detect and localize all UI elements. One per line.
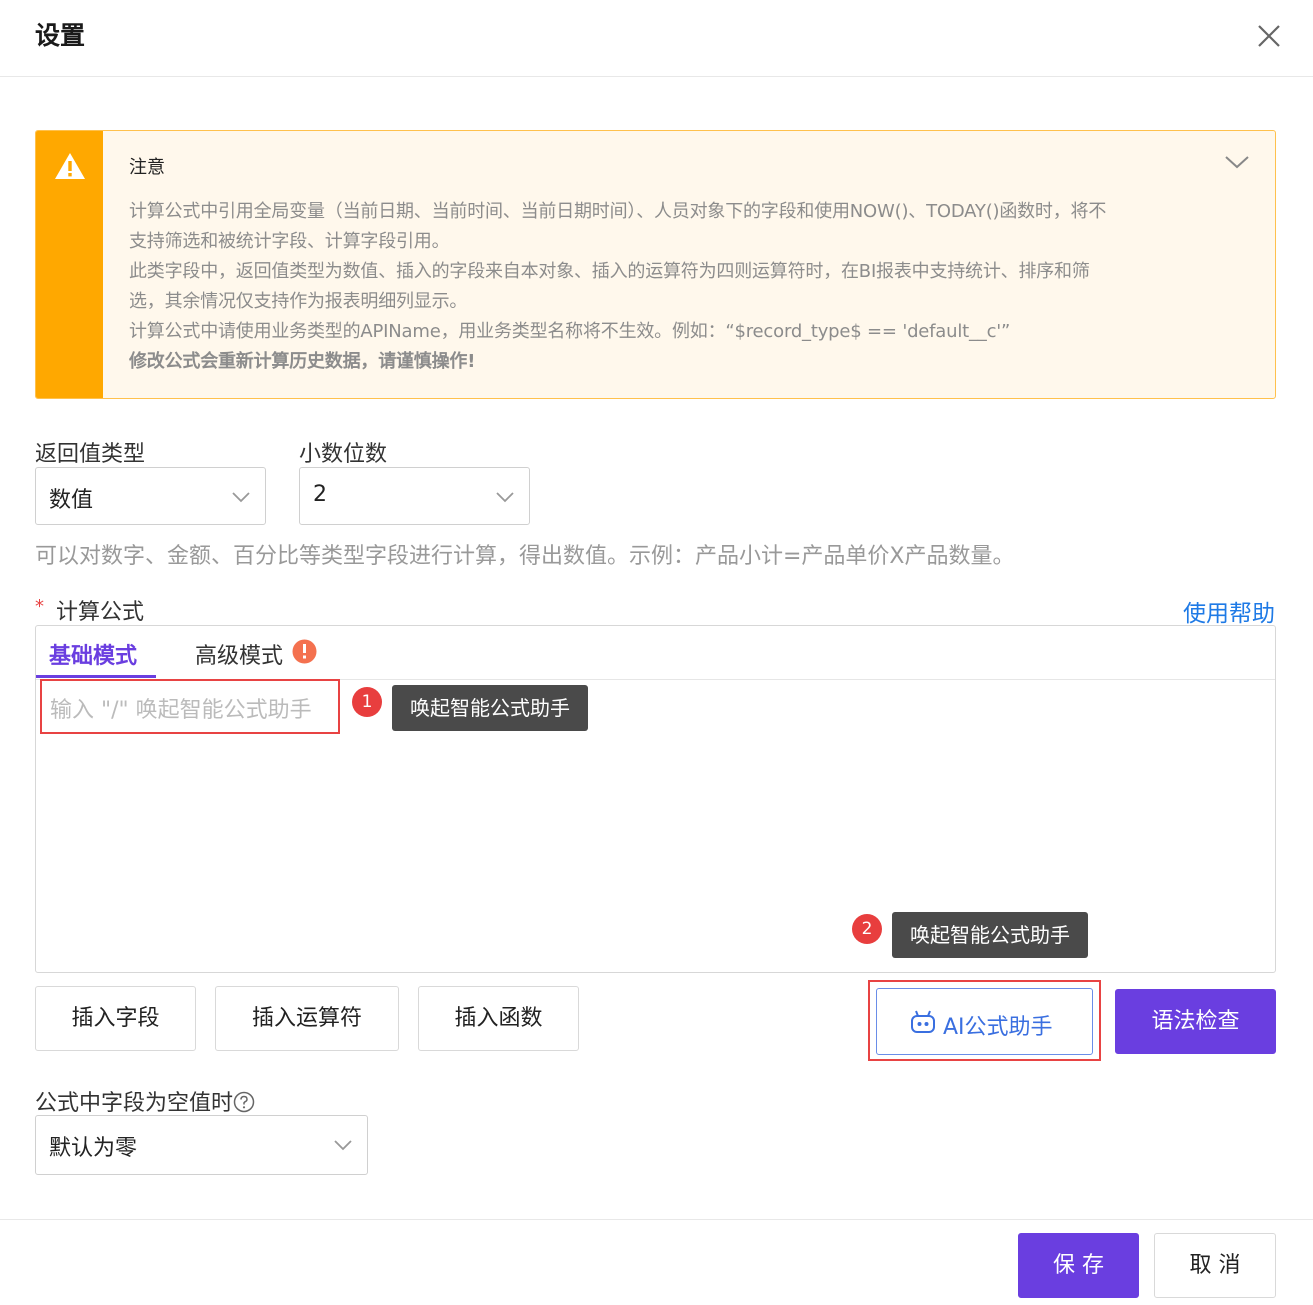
insert-operator-button[interactable]: 插入运算符: [215, 986, 399, 1051]
formula-label: 计算公式: [56, 600, 145, 625]
decimal-select[interactable]: 2: [299, 467, 530, 525]
notice-line: 计算公式中引用全局变量（当前日期、当前时间、当前日期时间）、人员对象下的字段和使…: [129, 201, 1107, 222]
decimal-label: 小数位数: [299, 442, 388, 467]
chevron-down-icon: [496, 492, 514, 503]
empty-field-label: 公式中字段为空值时: [35, 1085, 255, 1117]
ai-assistant-button[interactable]: AI公式助手: [876, 988, 1093, 1055]
help-circle-icon[interactable]: [233, 1091, 255, 1113]
ai-assistant-label: AI公式助手: [943, 1015, 1053, 1040]
return-type-select[interactable]: 数值: [35, 467, 266, 525]
return-type-hint: 可以对数字、金额、百分比等类型字段进行计算，得出数值。示例：产品小计=产品单价X…: [35, 544, 1015, 569]
save-button[interactable]: 保 存: [1018, 1233, 1139, 1298]
formula-tabs: 基础模式 高级模式: [36, 626, 1275, 680]
ai-button-highlight: AI公式助手: [868, 980, 1101, 1061]
robot-icon: [911, 1010, 935, 1033]
step-badge-2: 2: [852, 914, 882, 944]
return-type-label: 返回值类型: [35, 442, 146, 467]
dialog-title: 设置: [35, 21, 86, 50]
chevron-down-icon[interactable]: [1223, 151, 1251, 173]
placeholder-highlight: 输入 "/" 唤起智能公式助手: [40, 679, 340, 734]
notice-panel: 注意 计算公式中引用全局变量（当前日期、当前时间、当前日期时间）、人员对象下的字…: [35, 130, 1276, 399]
return-type-value: 数值: [49, 488, 94, 513]
notice-line: 此类字段中，返回值类型为数值、插入的字段来自本对象、插入的运算符为四则运算符时，…: [129, 261, 1090, 282]
help-link[interactable]: 使用帮助: [1183, 594, 1275, 628]
syntax-check-button[interactable]: 语法检查: [1115, 989, 1276, 1054]
tab-advanced-mode[interactable]: 高级模式: [195, 638, 283, 670]
required-mark: *: [35, 596, 44, 617]
notice-line: 支持筛选和被统计字段、计算字段引用。: [129, 231, 450, 252]
notice-title: 注意: [129, 157, 165, 178]
step-badge-1: 1: [352, 687, 382, 717]
notice-line: 选，其余情况仅支持作为报表明细列显示。: [129, 291, 468, 312]
empty-field-select[interactable]: 默认为零: [35, 1115, 368, 1175]
empty-field-value: 默认为零: [49, 1136, 138, 1161]
insert-field-button[interactable]: 插入字段: [35, 986, 196, 1051]
empty-field-label-text: 公式中字段为空值时: [35, 1091, 234, 1116]
formula-placeholder: 输入 "/" 唤起智能公式助手: [50, 698, 312, 723]
notice-accent-bar: [36, 131, 103, 398]
cancel-button[interactable]: 取 消: [1154, 1233, 1276, 1298]
chevron-down-icon: [232, 492, 250, 503]
insert-function-button[interactable]: 插入函数: [418, 986, 579, 1051]
tooltip-2: 唤起智能公式助手: [892, 912, 1088, 958]
notice-line: 计算公式中请使用业务类型的APIName，用业务类型名称将不生效。例如：“$re…: [129, 321, 1011, 342]
close-icon[interactable]: [1253, 20, 1285, 52]
decimal-value: 2: [313, 482, 327, 507]
tab-basic-mode[interactable]: 基础模式: [49, 638, 137, 670]
notice-warning-line: 修改公式会重新计算历史数据，请谨慎操作!: [129, 351, 476, 372]
notice-body: 计算公式中引用全局变量（当前日期、当前时间、当前日期时间）、人员对象下的字段和使…: [129, 197, 1239, 377]
tooltip-1: 唤起智能公式助手: [392, 685, 588, 731]
active-tab-indicator: [36, 675, 156, 678]
chevron-down-icon: [334, 1140, 352, 1151]
warning-icon: [55, 153, 85, 179]
formula-editor[interactable]: 基础模式 高级模式: [35, 625, 1276, 973]
dialog-header: 设置: [0, 0, 1313, 77]
alert-circle-icon: [292, 639, 317, 664]
